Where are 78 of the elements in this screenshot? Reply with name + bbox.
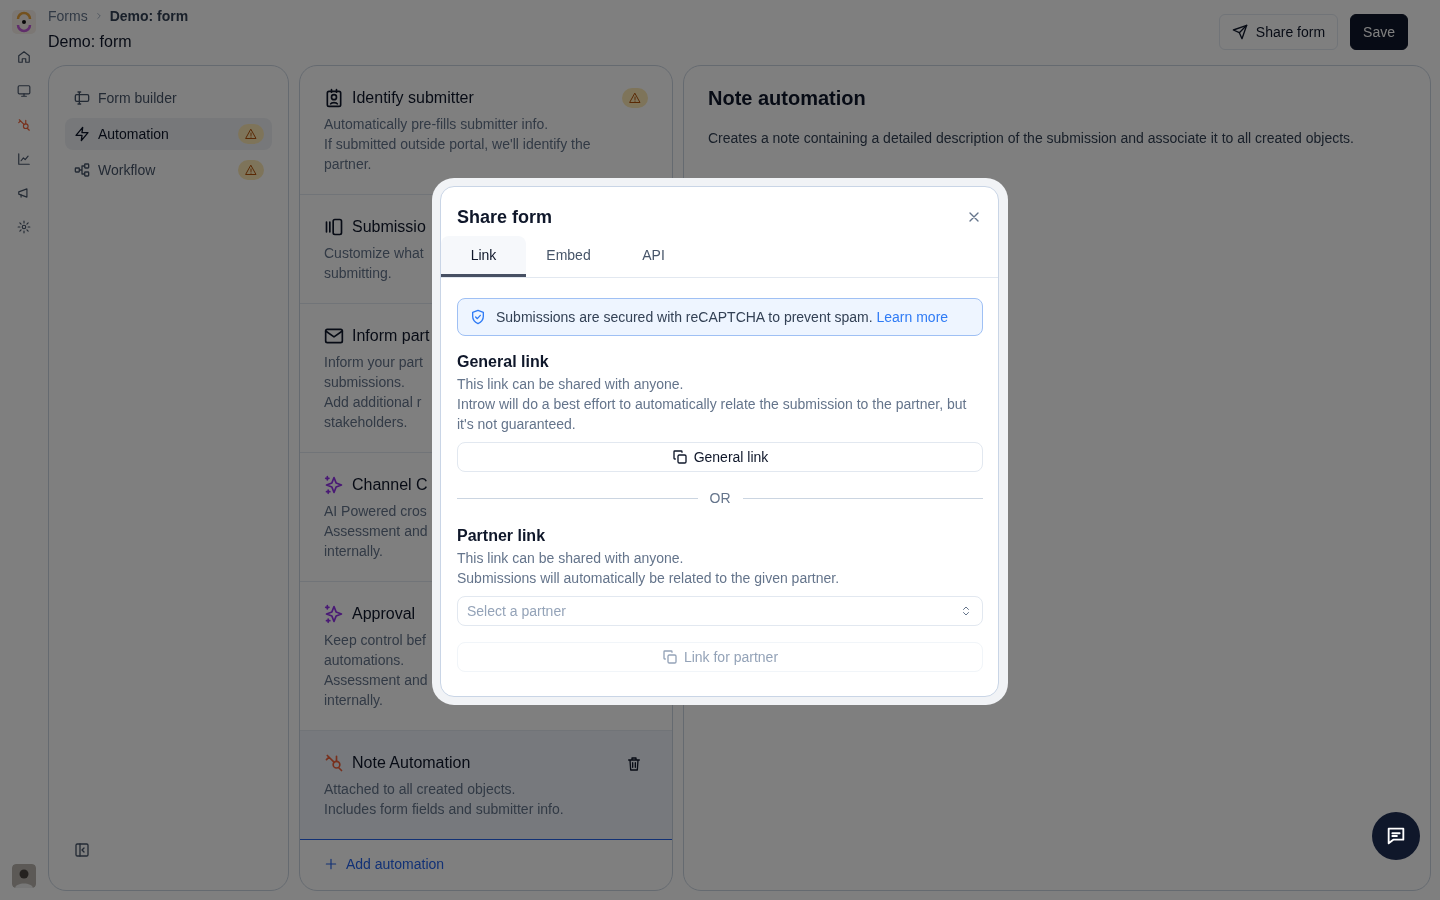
copy-icon: [661, 649, 678, 665]
trash-icon[interactable]: [626, 756, 642, 772]
card-description: stakeholders.: [324, 413, 408, 432]
shield-icon: [470, 309, 486, 325]
card-description: Inform your part: [324, 353, 423, 372]
mail-icon: [324, 326, 344, 346]
home-icon[interactable]: [17, 50, 31, 64]
card-description: Automatically pre-fills submitter info.: [324, 115, 550, 134]
card-description: Add additional r: [324, 393, 422, 412]
hub-icon: [324, 753, 344, 773]
card-description: AI Powered cros: [324, 502, 427, 521]
chat-icon: [1385, 825, 1407, 847]
learn-more-link[interactable]: Learn more: [876, 309, 949, 325]
info-text: Submissions are secured with reCAPTCHA to prevent spam. Learn more: [496, 308, 949, 327]
avatar-icon[interactable]: [12, 864, 36, 888]
card-description: Includes form fields and submitter info.: [324, 800, 564, 819]
sidebar-item[interactable]: Form builder: [65, 82, 272, 114]
send-icon: [1231, 24, 1248, 40]
automation-card[interactable]: Note Automation Attached to all created objects. Includes form fields and submitter info.: [300, 731, 672, 840]
card-description: Assessment and: [324, 671, 428, 690]
breadcrumb-item[interactable]: Forms: [48, 6, 88, 26]
lightning-icon: [74, 126, 90, 142]
sparkle-icon: [324, 475, 344, 495]
tab[interactable]: API: [611, 236, 696, 277]
workflow-icon: [74, 162, 90, 178]
layout-icon: [324, 217, 344, 237]
page-title: Demo: form: [48, 32, 133, 52]
collapse-icon[interactable]: [74, 842, 90, 858]
form-icon: [74, 90, 90, 106]
plus-icon: [324, 857, 338, 871]
dialog-title: Share form: [457, 206, 553, 229]
separator-label: OR: [709, 489, 731, 508]
card-description: Attached to all created objects.: [324, 780, 516, 799]
partner-select[interactable]: Select a partner: [457, 596, 983, 626]
save-button[interactable]: Save: [1350, 14, 1408, 50]
card-description: automations.: [324, 651, 405, 670]
section-heading: General link: [457, 352, 550, 372]
card-title: Identify submitter: [352, 89, 474, 107]
sparkle-icon: [324, 604, 344, 624]
section-description: This link can be shared with anyone.: [457, 375, 685, 394]
warning-icon: [629, 92, 641, 104]
card-description: Keep control bef: [324, 631, 426, 650]
card-title: Channel C: [352, 476, 428, 494]
card-title: Approval: [352, 605, 416, 623]
detail-title: Note automation: [708, 86, 867, 111]
section-description: This link can be shared with anyone.: [457, 549, 685, 568]
copy-icon: [671, 449, 688, 465]
tab[interactable]: Link: [441, 236, 526, 277]
id-badge-icon: [324, 88, 344, 108]
add-automation-button[interactable]: Add automation: [300, 840, 469, 888]
card-title: Inform part: [352, 327, 430, 345]
card-description: If submitted outside portal, we'll identify the partner.: [324, 135, 592, 174]
card-description: submitting.: [324, 264, 392, 283]
sidebar-item[interactable]: Workflow: [65, 154, 272, 186]
hub-icon[interactable]: [17, 118, 31, 132]
warning-icon: [245, 128, 257, 140]
monitor-icon[interactable]: [17, 84, 31, 98]
share-button[interactable]: Share form: [1218, 14, 1339, 50]
card-description: submissions.: [324, 373, 405, 392]
card-title: Note Automation: [352, 754, 471, 772]
copy-link-button[interactable]: General link: [457, 442, 983, 472]
card-description: internally.: [324, 691, 383, 710]
breadcrumb-item: Demo: form: [109, 7, 189, 26]
chevron-updown-icon: [960, 604, 972, 618]
card-description: internally.: [324, 542, 383, 561]
chart-icon[interactable]: [17, 152, 31, 166]
detail-description: Creates a note containing a detailed description of the submission and associate it to all created objects.: [708, 129, 1355, 148]
card-description: Customize what: [324, 244, 424, 263]
tab[interactable]: Embed: [526, 236, 611, 277]
section-description: Introw will do a best effort to automatically relate the submission to the partner, but it's not guaranteed.: [457, 395, 968, 434]
logo-icon[interactable]: [12, 10, 36, 34]
sidebar-item[interactable]: Automation: [65, 118, 272, 150]
section-heading: Partner link: [457, 526, 547, 546]
megaphone-icon[interactable]: [17, 186, 31, 200]
card-description: Assessment and: [324, 522, 428, 541]
warning-icon: [245, 164, 257, 176]
section-description: Submissions will automatically be related to the given partner.: [457, 569, 841, 588]
card-title: Submissio: [352, 218, 426, 236]
